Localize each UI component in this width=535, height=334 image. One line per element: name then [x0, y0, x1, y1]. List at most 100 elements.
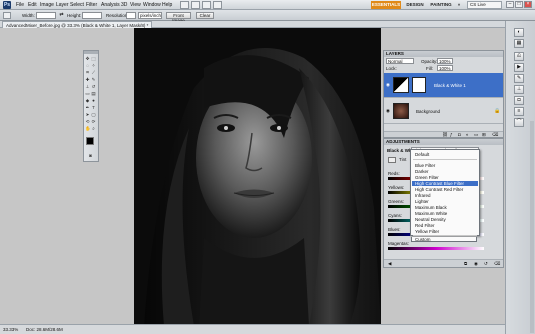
crop-tool-icon[interactable]: ⌗: [85, 70, 90, 75]
layer-mask-thumbnail[interactable]: [412, 77, 426, 93]
preset-option[interactable]: Maximum Black: [412, 205, 478, 210]
resolution-field[interactable]: [126, 12, 136, 19]
preset-option-custom[interactable]: Custom: [411, 237, 477, 242]
add-mask-icon[interactable]: ◘: [458, 132, 461, 137]
color-panel-icon[interactable]: ◐: [514, 28, 524, 37]
history-brush-tool-icon[interactable]: ↺: [91, 84, 96, 89]
cs-live-button[interactable]: CS Live: [467, 1, 502, 9]
preset-option[interactable]: Darker: [412, 169, 478, 174]
targeted-adjust-icon[interactable]: [388, 157, 396, 163]
menu-analysis[interactable]: Analysis: [101, 0, 120, 10]
preset-option-selected[interactable]: High Contrast Blue Filter: [412, 181, 478, 186]
swatches-panel-icon[interactable]: ▦: [514, 39, 524, 48]
width-field[interactable]: [36, 12, 56, 19]
clear-button[interactable]: Clear: [196, 12, 214, 19]
3d-orbit-tool-icon[interactable]: ⟳: [91, 119, 96, 124]
hand-tool-icon[interactable]: ✋: [85, 126, 91, 131]
trash-icon[interactable]: ⌫: [494, 261, 500, 267]
paths-panel-icon[interactable]: ⌒: [514, 118, 524, 127]
more-workspaces-button[interactable]: »: [456, 1, 462, 9]
document-tab[interactable]: AdvancedMixer_Before.jpg @ 33.3% (Black …: [2, 21, 153, 28]
zoom-tool-icon[interactable]: ⌕: [91, 126, 96, 131]
toolbox-grip[interactable]: [84, 51, 98, 54]
menu-image[interactable]: Image: [40, 0, 54, 10]
front-image-button[interactable]: Front Image: [166, 12, 191, 23]
blur-tool-icon[interactable]: ◆: [85, 98, 90, 103]
dodge-tool-icon[interactable]: ●: [91, 98, 96, 103]
path-select-tool-icon[interactable]: ➤: [85, 112, 90, 117]
menu-select[interactable]: Select: [70, 0, 84, 10]
pen-tool-icon[interactable]: ✒: [85, 105, 90, 110]
minimize-icon[interactable]: –: [506, 1, 514, 8]
preset-option[interactable]: Infrared: [412, 193, 478, 198]
zoom-level-icon[interactable]: [213, 1, 222, 9]
clone-stamp-tool-icon[interactable]: ⊥: [85, 84, 90, 89]
lasso-tool-icon[interactable]: ◌: [85, 63, 90, 68]
bridge-icon[interactable]: [180, 1, 189, 9]
preset-option[interactable]: Neutral Density: [412, 217, 478, 222]
magic-wand-tool-icon[interactable]: ✧: [91, 63, 96, 68]
new-adjustment-icon[interactable]: ◐: [466, 132, 469, 137]
eyedropper-tool-icon[interactable]: ⟋: [91, 70, 96, 75]
crop-tool-icon[interactable]: [3, 12, 11, 19]
workspace-essentials[interactable]: ESSENTIALS: [371, 1, 401, 9]
close-icon[interactable]: ×: [524, 1, 532, 8]
layer-name[interactable]: Background: [416, 109, 440, 114]
swap-icon[interactable]: ⇄: [58, 12, 65, 19]
dock-scrollbar[interactable]: [530, 121, 534, 333]
maximize-icon[interactable]: □: [515, 1, 523, 8]
marquee-tool-icon[interactable]: ⬚: [91, 56, 96, 61]
layer-row-black-white[interactable]: ◉ Black & White 1: [384, 73, 503, 98]
eraser-tool-icon[interactable]: ▭: [85, 91, 90, 96]
preset-option[interactable]: Maximum White: [412, 211, 478, 216]
eye-icon[interactable]: ◉: [386, 82, 390, 87]
gradient-tool-icon[interactable]: ▤: [91, 91, 96, 96]
menu-3d[interactable]: 3D: [121, 0, 127, 10]
fill-field[interactable]: 100%: [437, 65, 453, 71]
menu-filter[interactable]: Filter: [86, 0, 97, 10]
grid-icon[interactable]: [202, 1, 211, 9]
preset-option[interactable]: High Contrast Red Filter: [412, 187, 478, 192]
foreground-color-swatch[interactable]: [86, 137, 94, 145]
clone-source-panel-icon[interactable]: ⊥: [514, 85, 524, 94]
preset-option[interactable]: Default: [412, 152, 478, 157]
reset-icon[interactable]: ↺: [484, 261, 488, 267]
shape-tool-icon[interactable]: ▢: [91, 112, 96, 117]
slider-magentas[interactable]: [388, 247, 484, 250]
type-tool-icon[interactable]: T: [91, 105, 96, 110]
layers-panel-title[interactable]: LAYERS: [384, 51, 503, 57]
move-tool-icon[interactable]: ✥: [85, 56, 90, 61]
preset-option[interactable]: Blue Filter: [412, 163, 478, 168]
channels-panel-icon[interactable]: ≡: [514, 107, 524, 116]
layer-row-background[interactable]: ◉ Background 🔒: [384, 99, 503, 124]
status-zoom[interactable]: 33.33%: [3, 327, 18, 332]
blend-mode-select[interactable]: Normal: [386, 58, 414, 64]
minibridge-icon[interactable]: [191, 1, 200, 9]
preset-option[interactable]: Yellow Filter: [412, 229, 478, 234]
brush-panel-icon[interactable]: ✎: [514, 74, 524, 83]
3d-rotate-tool-icon[interactable]: ⟲: [85, 119, 90, 124]
opacity-field[interactable]: 100%: [437, 58, 453, 64]
eye-icon[interactable]: ◉: [386, 108, 390, 113]
tint-label[interactable]: Tint: [399, 157, 406, 162]
quick-mask-icon[interactable]: ◙: [88, 153, 93, 158]
menu-window[interactable]: Window: [143, 0, 161, 10]
actions-panel-icon[interactable]: ▶: [514, 63, 524, 72]
menu-file[interactable]: File: [16, 0, 24, 10]
masks-panel-icon[interactable]: ◘: [514, 96, 524, 105]
workspace-design[interactable]: DESIGN: [404, 1, 426, 9]
clip-layer-icon[interactable]: ⧉: [464, 261, 467, 266]
brush-tool-icon[interactable]: ✎: [91, 77, 96, 82]
back-arrow-icon[interactable]: ◀: [388, 261, 391, 267]
preset-option[interactable]: Lighter: [412, 199, 478, 204]
canvas-image[interactable]: [134, 28, 381, 326]
menu-layer[interactable]: Layer: [56, 0, 69, 10]
healing-tool-icon[interactable]: ✚: [85, 77, 90, 82]
height-field[interactable]: [82, 12, 102, 19]
resolution-unit-select[interactable]: pixels/inch: [138, 12, 162, 19]
adjustments-panel-title[interactable]: ADJUSTMENTS: [384, 139, 503, 145]
menu-view[interactable]: View: [130, 0, 141, 10]
preset-option[interactable]: Green Filter: [412, 175, 478, 180]
preset-option[interactable]: Red Filter: [412, 223, 478, 228]
layer-name[interactable]: Black & White 1: [434, 83, 466, 88]
